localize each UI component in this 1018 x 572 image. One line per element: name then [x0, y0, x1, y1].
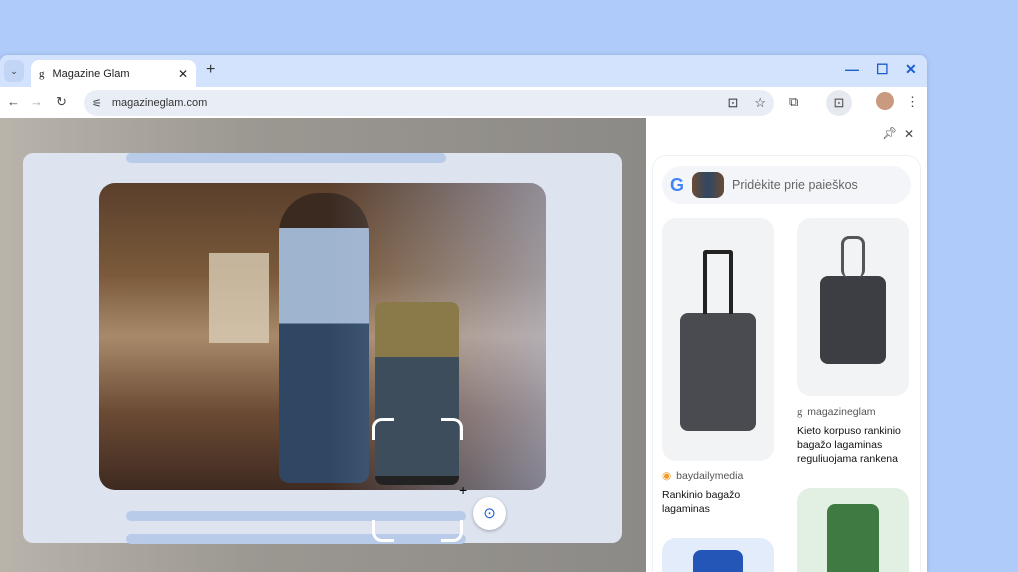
- suitcase-image: [680, 313, 756, 431]
- suitcase-handle: [703, 250, 733, 314]
- add-to-search-input[interactable]: G Pridėkite prie paieškos: [662, 166, 911, 204]
- extensions-icon[interactable]: ⧉: [789, 94, 798, 110]
- avatar[interactable]: [876, 92, 894, 110]
- placeholder-line: [126, 511, 466, 521]
- lens-icon[interactable]: ⊡: [727, 95, 738, 111]
- source-name: magazineglam: [807, 406, 876, 418]
- address-bar[interactable]: ⚟ magazineglam.com ⊡ ☆: [84, 90, 774, 116]
- pin-icon[interactable]: 📌︎: [882, 126, 897, 140]
- selection-corner[interactable]: [372, 418, 394, 440]
- suitcase-image: [827, 504, 879, 572]
- toolbar: ← → ↻ ⚟ magazineglam.com ⊡ ☆ ⧉ ⊡ ⋮: [0, 87, 927, 118]
- favicon-icon: g: [39, 67, 45, 80]
- minimize-button[interactable]: —: [845, 61, 859, 77]
- result-image[interactable]: [662, 218, 774, 461]
- article-photo[interactable]: [99, 183, 546, 490]
- lens-search-button[interactable]: ⊙: [473, 497, 506, 530]
- suitcase-image: [820, 276, 886, 364]
- tab-magazine-glam[interactable]: g Magazine Glam ✕: [31, 60, 196, 87]
- result-image[interactable]: [797, 488, 909, 572]
- back-icon[interactable]: ←: [7, 94, 20, 109]
- baydailymedia-icon: ◉: [662, 470, 672, 482]
- maximize-button[interactable]: ☐: [876, 61, 889, 78]
- result-title[interactable]: Rankinio bagažo lagaminas: [662, 488, 777, 516]
- reload-icon[interactable]: ↻: [56, 94, 67, 110]
- google-logo-icon: G: [670, 174, 685, 195]
- lens-toolbar-button[interactable]: ⊡: [826, 90, 852, 116]
- placeholder-line: [126, 534, 466, 544]
- suitcase-handle: [841, 236, 865, 278]
- tab-search-button[interactable]: ⌄: [4, 60, 24, 82]
- url-text: magazineglam.com: [111, 97, 208, 109]
- menu-icon[interactable]: ⋮: [906, 94, 919, 110]
- magazineglam-icon: g: [797, 406, 803, 418]
- close-panel-icon[interactable]: ✕: [904, 127, 914, 141]
- close-tab-icon[interactable]: ✕: [178, 67, 188, 81]
- bookmark-star-icon[interactable]: ☆: [754, 95, 766, 111]
- result-source[interactable]: g magazineglam: [797, 406, 876, 418]
- photo-window: [209, 253, 269, 343]
- selection-corner[interactable]: [441, 418, 463, 440]
- selection-corner[interactable]: [372, 520, 394, 542]
- site-settings-icon[interactable]: ⚟: [92, 97, 102, 110]
- selection-corner[interactable]: [441, 520, 463, 542]
- new-tab-button[interactable]: +: [206, 61, 215, 79]
- placeholder-line: [126, 153, 446, 163]
- forward-icon[interactable]: →: [30, 94, 43, 109]
- source-name: baydailymedia: [676, 470, 744, 482]
- page-area-dimmed: ⊙: [0, 118, 646, 572]
- tab-title: Magazine Glam: [52, 67, 130, 80]
- result-source[interactable]: ◉ baydailymedia: [662, 470, 743, 482]
- result-image[interactable]: [797, 218, 909, 396]
- close-window-button[interactable]: ✕: [905, 61, 917, 78]
- tab-strip: ⌄ g Magazine Glam ✕ + — ☐ ✕: [0, 55, 927, 87]
- lens-side-panel: 📌︎ ✕ G Pridėkite prie paieškos ◉ baydaily…: [646, 118, 927, 572]
- suitcase-image: [693, 550, 743, 572]
- selected-image-thumbnail[interactable]: [692, 172, 725, 198]
- selected-suitcase-region[interactable]: [375, 302, 459, 485]
- search-placeholder: Pridėkite prie paieškos: [732, 178, 858, 192]
- result-image[interactable]: [662, 538, 774, 572]
- result-title[interactable]: Kieto korpuso rankinio bagažo lagaminas …: [797, 424, 912, 466]
- crosshair-cursor-icon: +: [459, 482, 468, 498]
